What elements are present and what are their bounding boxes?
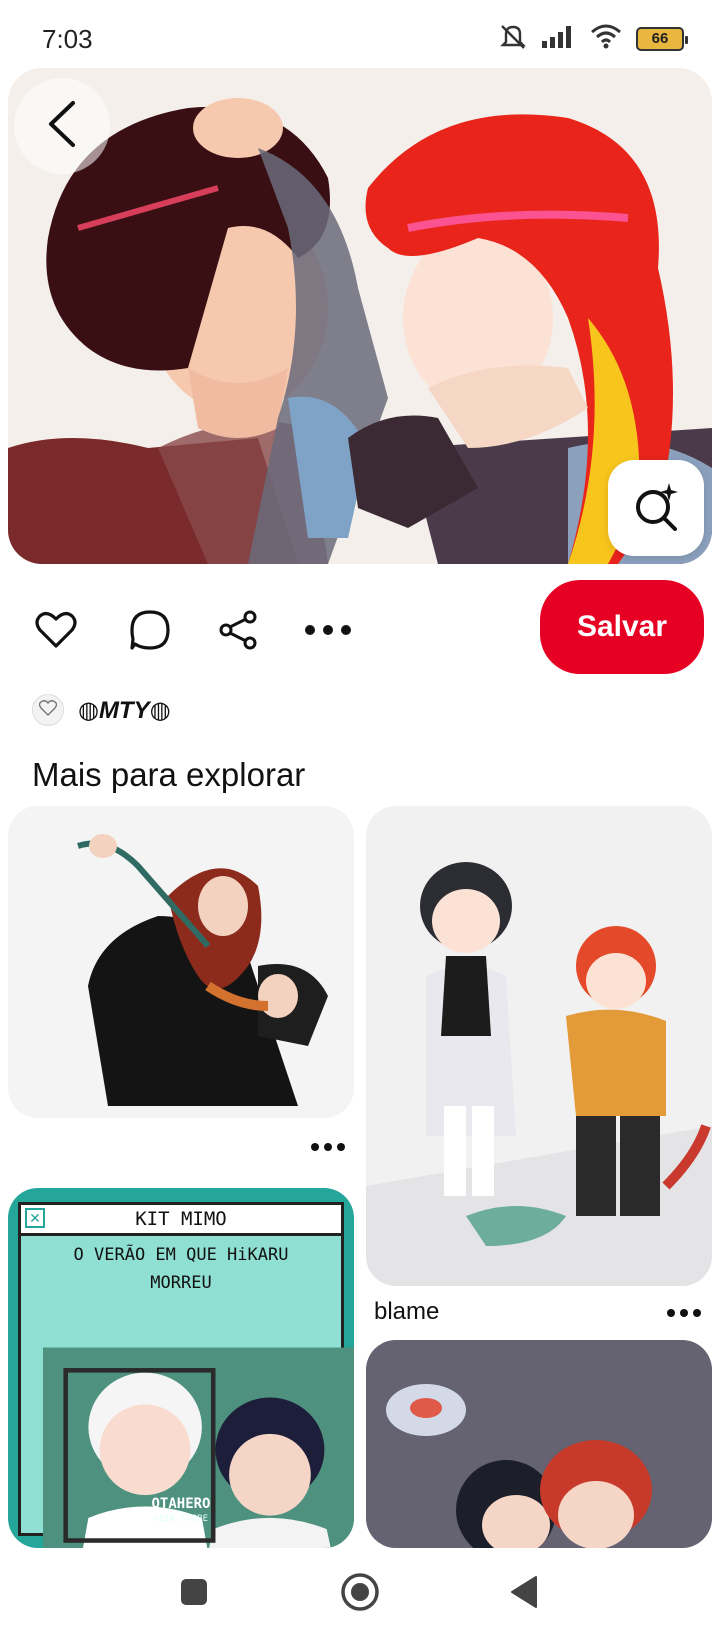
close-box-icon: ✕ (25, 1208, 45, 1228)
creator-name[interactable]: ◍MTY◍ (78, 696, 171, 725)
avatar[interactable] (32, 694, 64, 726)
save-button[interactable]: Salvar (540, 580, 704, 674)
battery-level: 66 (651, 30, 669, 47)
visual-search-sparkle-icon (631, 481, 681, 536)
status-bar: 7:03 66 (0, 0, 720, 72)
recent-apps-button[interactable] (166, 1566, 222, 1622)
pin-image[interactable] (8, 68, 712, 564)
pin-card-1-more-button[interactable] (308, 1138, 348, 1158)
poster-subtitle-1: O VERÃO EM QUE HiKARU (73, 1245, 289, 1265)
heart-icon (35, 611, 77, 654)
pin-card-4[interactable] (366, 1340, 712, 1548)
poster-body: O VERÃO EM QUE HiKARU MORREU (18, 1236, 354, 1548)
heart-sketch-icon (38, 699, 58, 721)
battery-icon: 66 (636, 26, 688, 51)
poster-brand: OTAHERO (151, 1496, 211, 1512)
like-button[interactable] (32, 608, 80, 656)
pin-card-2-more-button[interactable] (664, 1304, 704, 1324)
poster-brand-sub: GEEK STORE (153, 1514, 209, 1524)
pin-card-1[interactable] (8, 806, 354, 1118)
system-nav-bar (0, 1548, 720, 1640)
poster-title: KIT MIMO (135, 1208, 227, 1230)
poster-header: ✕ KIT MIMO (18, 1202, 344, 1236)
chevron-left-icon (45, 99, 79, 154)
more-icon (310, 1139, 346, 1157)
status-time: 7:03 (42, 24, 93, 54)
nav-back-button[interactable] (496, 1566, 552, 1622)
more-icon (304, 623, 352, 641)
more-icon (666, 1305, 702, 1323)
wifi-icon (590, 23, 622, 54)
share-button[interactable] (214, 608, 262, 656)
home-icon (340, 1572, 380, 1617)
pin-card-2[interactable] (366, 806, 712, 1286)
poster-subtitle-2: MORREU (150, 1273, 212, 1293)
back-button[interactable] (14, 78, 110, 174)
comment-button[interactable] (126, 608, 174, 656)
pin-card-3[interactable]: ✕ KIT MIMO O VERÃO EM QUE HiKARU MORREU … (8, 1188, 354, 1548)
share-icon (217, 609, 259, 656)
action-bar: Salvar (0, 580, 720, 680)
section-title: Mais para explorar (32, 756, 306, 793)
creator-row[interactable]: ◍MTY◍ (32, 694, 171, 726)
home-button[interactable] (332, 1566, 388, 1622)
signal-icon (542, 24, 576, 53)
status-icons: 66 (498, 22, 688, 55)
visual-search-button[interactable] (608, 460, 704, 556)
recent-apps-icon (180, 1578, 208, 1611)
pin-card-2-caption[interactable]: blame (374, 1298, 439, 1326)
comment-icon (129, 609, 171, 656)
more-options-button[interactable] (304, 608, 352, 656)
mute-icon (498, 22, 528, 55)
back-triangle-icon (509, 1575, 539, 1614)
